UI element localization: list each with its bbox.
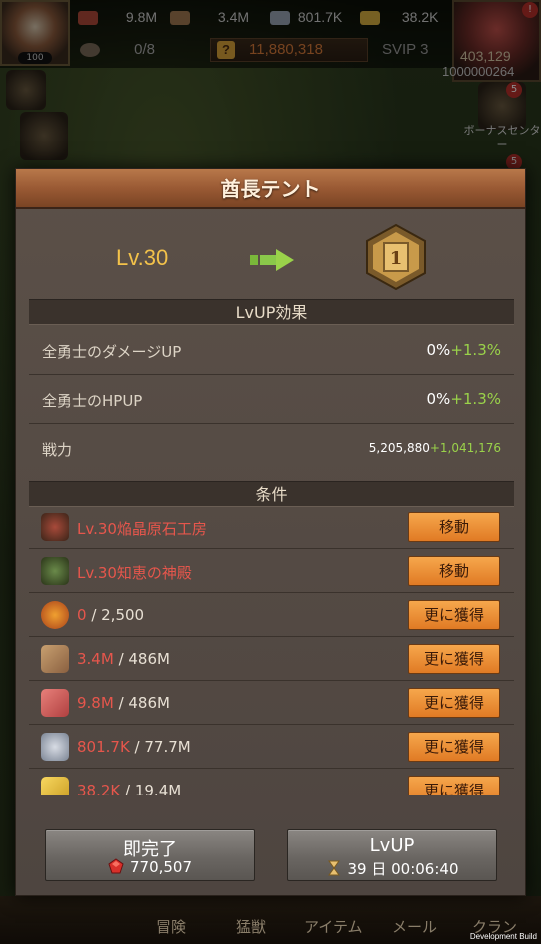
effect-row-power: 戦力 5,205,880+1,041,176 bbox=[42, 441, 501, 459]
move-button[interactable]: 移動 bbox=[408, 556, 500, 586]
effect-row-hp: 全勇士のHPUP 0%+1.3% bbox=[29, 376, 514, 424]
wood-icon bbox=[41, 645, 69, 673]
effect-row-damage: 全勇士のダメージUP 0%+1.3% bbox=[29, 327, 514, 375]
nav-mail[interactable]: メール bbox=[392, 916, 437, 937]
effects-header: LvUP効果 bbox=[29, 299, 514, 325]
conditions-list[interactable]: Lv.30焔晶原石工房 移動 Lv.30知恵の神殿 移動 0 / 2,500 更… bbox=[29, 505, 514, 795]
get-more-button[interactable]: 更に獲得 bbox=[408, 644, 500, 674]
lvup-button[interactable]: LvUP 39 日 00:06:40 bbox=[287, 829, 497, 881]
move-button[interactable]: 移動 bbox=[408, 512, 500, 542]
ruby-gem-icon bbox=[108, 858, 124, 874]
condition-row: 9.8M / 486M 更に獲得 bbox=[29, 681, 514, 725]
bottom-nav: 冒険 猛獣 アイテム メール クラン Development Build bbox=[0, 896, 541, 944]
current-level: Lv.30 bbox=[116, 245, 169, 270]
nav-adventure[interactable]: 冒険 bbox=[156, 916, 186, 937]
crystal-forge-icon bbox=[41, 513, 69, 541]
nav-items[interactable]: アイテム bbox=[304, 916, 363, 937]
tier-badge-icon: 1 bbox=[366, 223, 426, 291]
dialog-title: 酋長テント bbox=[220, 177, 321, 201]
get-more-button[interactable]: 更に獲得 bbox=[408, 600, 500, 630]
nav-beasts[interactable]: 猛獣 bbox=[236, 916, 266, 937]
dialog-header: 酋長テント bbox=[16, 169, 525, 209]
svg-text:1: 1 bbox=[390, 248, 403, 269]
meat-icon bbox=[41, 689, 69, 717]
wisdom-temple-icon bbox=[41, 557, 69, 585]
gold-icon bbox=[41, 777, 69, 795]
stone-icon bbox=[41, 733, 69, 761]
flame-crystal-icon bbox=[41, 601, 69, 629]
get-more-button[interactable]: 更に獲得 bbox=[408, 732, 500, 762]
conditions-header: 条件 bbox=[29, 481, 514, 507]
condition-row: Lv.30知恵の神殿 移動 bbox=[29, 549, 514, 593]
dev-build-label: Development Build bbox=[469, 932, 537, 941]
condition-row: Lv.30焔晶原石工房 移動 bbox=[29, 505, 514, 549]
condition-row: 3.4M / 486M 更に獲得 bbox=[29, 637, 514, 681]
condition-row: 38.2K / 19.4M 更に獲得 bbox=[29, 769, 514, 795]
condition-row: 801.7K / 77.7M 更に獲得 bbox=[29, 725, 514, 769]
hourglass-icon bbox=[327, 860, 340, 876]
upgrade-arrow-icon bbox=[250, 249, 294, 271]
condition-row: 0 / 2,500 更に獲得 bbox=[29, 593, 514, 637]
upgrade-dialog: 酋長テント Lv.30 1 LvUP効果 全勇士のダメージUP 0%+1.3% … bbox=[15, 168, 526, 896]
get-more-button[interactable]: 更に獲得 bbox=[408, 776, 500, 795]
instant-complete-button[interactable]: 即完了 770,507 bbox=[45, 829, 255, 881]
get-more-button[interactable]: 更に獲得 bbox=[408, 688, 500, 718]
